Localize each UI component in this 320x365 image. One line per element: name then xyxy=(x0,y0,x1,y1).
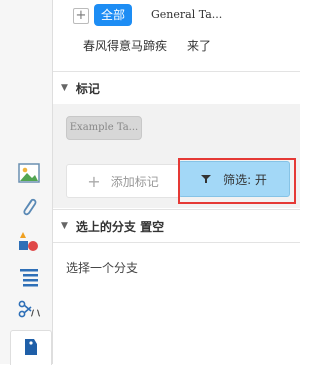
tag-icon xyxy=(22,335,40,361)
paperclip-icon[interactable] xyxy=(16,194,42,220)
tag-chunfeng-chip[interactable]: 春风得意马蹄疾 xyxy=(83,37,167,54)
add-tag-label: 添加标记 xyxy=(110,174,159,189)
filter-icon xyxy=(201,174,212,184)
plus-icon: + xyxy=(87,171,101,191)
sidebar xyxy=(0,0,53,365)
tag-section-title: 标记 xyxy=(75,81,100,96)
branch-section-title: 选上的分支 置空 xyxy=(75,219,165,234)
tag-laile-chip[interactable]: 来了 xyxy=(187,37,211,54)
image-icon[interactable] xyxy=(16,160,42,186)
branch-select[interactable]: 选择一个分支 xyxy=(66,259,138,276)
collapse-arrow-icon: ▼ xyxy=(61,221,68,231)
tag-area: Example Ta... + 添加标记 筛选: 开 xyxy=(53,104,300,208)
filter-toggle-button[interactable]: 筛选: 开 xyxy=(178,161,290,197)
add-tag-filter-button[interactable]: + xyxy=(73,8,89,24)
scissors-icon[interactable] xyxy=(16,297,42,323)
collapse-arrow-icon: ▼ xyxy=(61,83,68,93)
tag-general-chip[interactable]: General Ta... xyxy=(151,8,222,21)
main-panel: + 全部 General Ta... 春风得意马蹄疾 来了 ▼ 标记 Examp… xyxy=(53,0,300,364)
tag-section-header[interactable]: ▼ 标记 xyxy=(53,71,300,105)
branch-section-header[interactable]: ▼ 选上的分支 置空 xyxy=(53,209,300,243)
filter-label: 筛选: 开 xyxy=(223,172,267,187)
list-icon[interactable] xyxy=(16,264,42,290)
add-tag-button[interactable]: + 添加标记 xyxy=(66,164,180,198)
tag-all-chip[interactable]: 全部 xyxy=(94,4,132,26)
tag-tab[interactable] xyxy=(10,330,52,365)
shapes-icon[interactable] xyxy=(16,229,42,255)
example-tag-chip[interactable]: Example Ta... xyxy=(66,116,142,140)
